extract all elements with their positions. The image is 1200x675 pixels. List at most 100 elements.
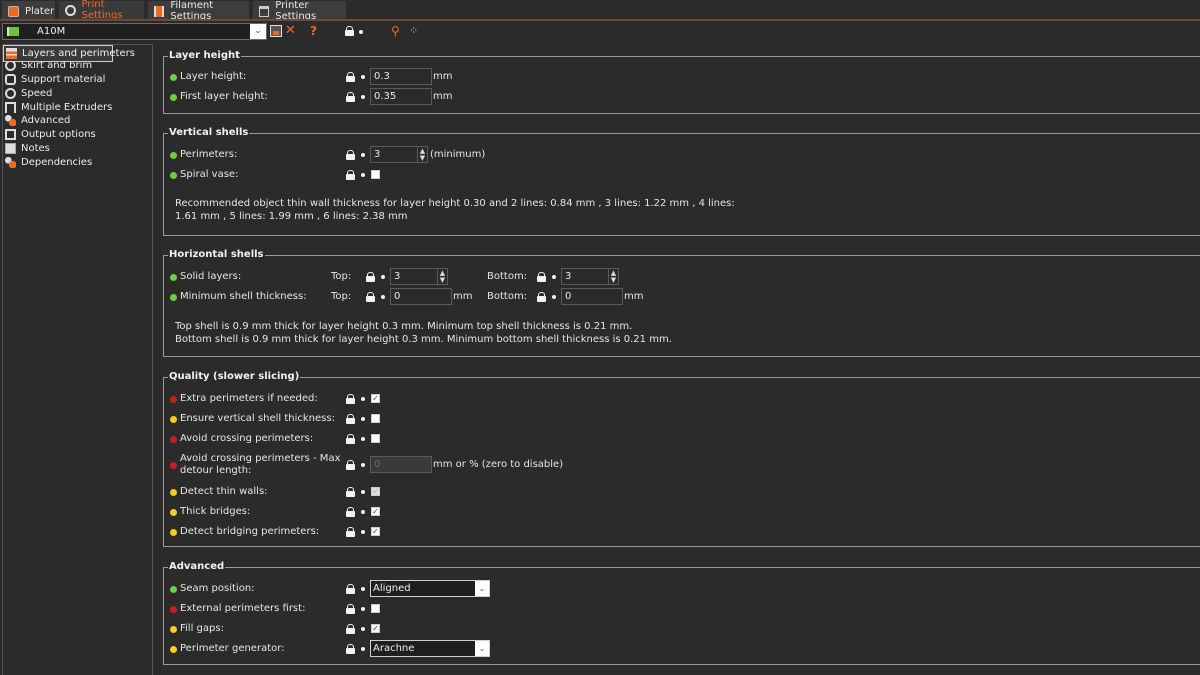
dot-icon[interactable] bbox=[361, 587, 365, 591]
perimeter-generator-select[interactable]: Arachne ⌄ bbox=[370, 640, 490, 657]
fill-gaps-checkbox[interactable]: ✓ bbox=[371, 624, 380, 633]
sidebar-item-speed[interactable]: Speed bbox=[3, 86, 152, 100]
mode-simple-icon bbox=[170, 93, 177, 101]
mode-advanced-icon bbox=[170, 645, 177, 653]
lock-icon[interactable] bbox=[366, 272, 375, 282]
avoid-crossing-checkbox[interactable] bbox=[371, 434, 380, 443]
spin-arrows-icon[interactable]: ▲ ▼ bbox=[438, 268, 448, 285]
lock-icon[interactable] bbox=[346, 604, 355, 614]
lock-icon[interactable] bbox=[346, 487, 355, 497]
dot-icon[interactable] bbox=[361, 75, 365, 79]
dot-icon[interactable] bbox=[552, 295, 556, 299]
avoid-max-detour-input[interactable]: 0 bbox=[370, 456, 432, 473]
chevron-down-icon[interactable]: ⌄ bbox=[475, 641, 489, 656]
lock-icon[interactable] bbox=[346, 584, 355, 594]
dot-icon[interactable] bbox=[361, 510, 365, 514]
tab-print-settings[interactable]: Print Settings bbox=[59, 0, 144, 21]
group-title: Quality (slower slicing) bbox=[168, 371, 301, 382]
seam-position-select[interactable]: Aligned ⌄ bbox=[370, 580, 490, 597]
delete-icon[interactable]: ✕ bbox=[285, 24, 296, 38]
lock-icon[interactable] bbox=[346, 460, 355, 470]
sidebar-item-support-material[interactable]: Support material bbox=[3, 73, 152, 87]
sidebar-item-label: Notes bbox=[21, 142, 50, 154]
dot-icon[interactable] bbox=[361, 173, 365, 177]
min-shell-bottom-input[interactable]: 0 bbox=[561, 288, 623, 305]
detect-thin-walls-checkbox[interactable]: ✓ bbox=[371, 487, 380, 496]
mode-simple-icon bbox=[170, 73, 177, 81]
ensure-vertical-checkbox[interactable] bbox=[371, 414, 380, 423]
help-icon[interactable]: ? bbox=[310, 24, 317, 38]
lock-icon[interactable] bbox=[346, 527, 355, 537]
tab-plater[interactable]: Plater bbox=[2, 1, 55, 21]
save-icon[interactable] bbox=[270, 25, 282, 37]
dot-icon[interactable] bbox=[361, 95, 365, 99]
lock-icon[interactable] bbox=[537, 292, 546, 302]
detect-bridging-checkbox[interactable]: ✓ bbox=[371, 527, 380, 536]
lock-icon[interactable] bbox=[346, 150, 355, 160]
external-first-checkbox[interactable] bbox=[371, 604, 380, 613]
setting-label: Spiral vase: bbox=[180, 169, 239, 180]
sidebar-item-dependencies[interactable]: Dependencies bbox=[3, 155, 152, 169]
lock-icon[interactable] bbox=[346, 72, 355, 82]
perimeters-row: Perimeters: bbox=[170, 147, 237, 163]
dot-icon[interactable] bbox=[552, 275, 556, 279]
lock-icon[interactable] bbox=[366, 292, 375, 302]
dot-icon[interactable] bbox=[381, 275, 385, 279]
lock-icon[interactable] bbox=[346, 414, 355, 424]
min-shell-top-input[interactable]: 0 bbox=[390, 288, 452, 305]
dot-icon[interactable] bbox=[361, 417, 365, 421]
dot-icon[interactable] bbox=[361, 397, 365, 401]
dot-icon[interactable] bbox=[361, 627, 365, 631]
sidebar-item-advanced[interactable]: Advanced bbox=[3, 114, 152, 128]
tab-printer-settings[interactable]: Printer Settings bbox=[253, 0, 346, 22]
sidebar-item-multiple-extruders[interactable]: Multiple Extruders bbox=[3, 100, 152, 114]
lock-icon[interactable] bbox=[346, 644, 355, 654]
dot-icon[interactable] bbox=[361, 463, 365, 467]
setting-label: Ensure vertical shell thickness: bbox=[180, 413, 335, 424]
dot-icon[interactable] bbox=[361, 437, 365, 441]
chevron-down-icon[interactable]: ⌄ bbox=[475, 581, 489, 596]
dot-icon[interactable] bbox=[361, 607, 365, 611]
dot-icon[interactable] bbox=[361, 647, 365, 651]
extra-perimeters-checkbox[interactable]: ✓ bbox=[371, 394, 380, 403]
dot-icon[interactable] bbox=[361, 530, 365, 534]
chevron-down-icon[interactable]: ⌄ bbox=[250, 24, 266, 39]
first-layer-height-input[interactable]: 0.35 bbox=[370, 88, 432, 105]
lock-icon[interactable] bbox=[346, 170, 355, 180]
solid-bottom-input[interactable]: 3 bbox=[561, 268, 609, 285]
lock-icon[interactable] bbox=[346, 434, 355, 444]
setting-label: Avoid crossing perimeters - Max detour l… bbox=[180, 453, 340, 477]
lock-icon[interactable] bbox=[537, 272, 546, 282]
notes-icon bbox=[5, 142, 16, 154]
compare-icon[interactable]: ⁘ bbox=[409, 24, 418, 38]
thick-bridges-checkbox[interactable]: ✓ bbox=[371, 507, 380, 516]
layer-height-input[interactable]: 0.3 bbox=[370, 68, 432, 85]
speed-icon bbox=[5, 87, 16, 99]
solid-layers-row: Solid layers: bbox=[170, 269, 241, 285]
spin-arrows-icon[interactable]: ▲ ▼ bbox=[418, 146, 428, 163]
solid-top-input[interactable]: 3 bbox=[390, 268, 438, 285]
sidebar-item-output-options[interactable]: Output options bbox=[3, 128, 152, 142]
preset-select[interactable]: A10M ⌄ bbox=[2, 23, 267, 40]
sidebar-item-layers-and-perimeters[interactable]: Layers and perimeters bbox=[3, 45, 135, 62]
lock-icon[interactable] bbox=[346, 394, 355, 404]
lock-icon[interactable] bbox=[346, 624, 355, 634]
sidebar-item-notes[interactable]: Notes bbox=[3, 142, 152, 156]
dot-icon[interactable] bbox=[361, 490, 365, 494]
unit-label: mm bbox=[624, 291, 644, 302]
lock-icon[interactable] bbox=[345, 26, 354, 36]
spin-arrows-icon[interactable]: ▲ ▼ bbox=[609, 268, 619, 285]
dot-icon[interactable] bbox=[361, 153, 365, 157]
print-settings-icon bbox=[65, 4, 76, 16]
cogs-icon bbox=[5, 115, 16, 127]
lock-icon[interactable] bbox=[346, 92, 355, 102]
fill-gaps-row: Fill gaps: bbox=[170, 621, 224, 637]
spiral-vase-checkbox[interactable] bbox=[371, 170, 380, 179]
layer-height-row: Layer height: bbox=[170, 69, 246, 85]
tab-filament-settings[interactable]: Filament Settings bbox=[148, 0, 249, 22]
perimeters-input[interactable]: 3 bbox=[370, 146, 418, 163]
lock-icon[interactable] bbox=[346, 507, 355, 517]
dot-icon[interactable] bbox=[381, 295, 385, 299]
dot-icon[interactable] bbox=[359, 30, 363, 34]
search-icon[interactable]: ⚲ bbox=[391, 24, 400, 38]
